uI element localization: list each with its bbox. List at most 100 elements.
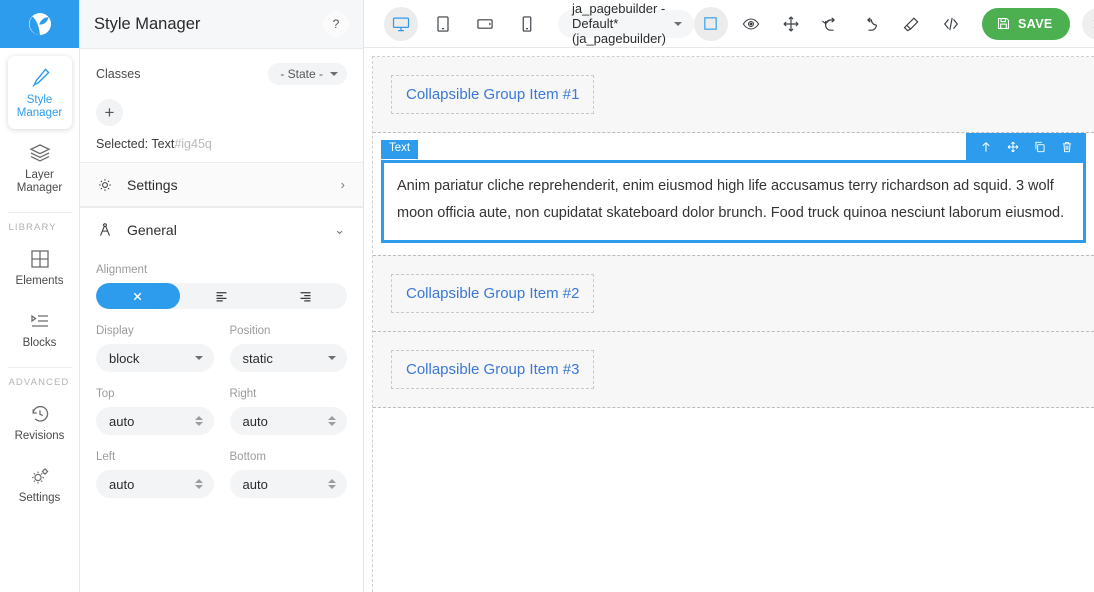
- display-label: Display: [96, 325, 134, 337]
- group-title-1[interactable]: Collapsible Group Item #1: [391, 75, 595, 114]
- trash-icon: [1062, 141, 1071, 152]
- sidebar-item-blocks[interactable]: Blocks: [8, 299, 72, 359]
- collapsible-group-1[interactable]: Collapsible Group Item #1: [373, 57, 1094, 133]
- alignment-option-left[interactable]: [180, 283, 264, 309]
- close-button[interactable]: [1081, 7, 1094, 40]
- view-code-button[interactable]: [934, 7, 968, 41]
- stepper-icon[interactable]: [194, 479, 203, 489]
- position-select[interactable]: static: [229, 344, 347, 372]
- sidebar-item-revisions[interactable]: Revisions: [8, 392, 72, 452]
- state-select-value: - State -: [280, 67, 323, 81]
- move-component-button[interactable]: [999, 133, 1026, 160]
- align-left-icon: [216, 291, 227, 301]
- sidebar-item-label: Revisions: [14, 430, 65, 442]
- sidebar-item-label: Layer Manager: [16, 169, 63, 194]
- canvas-frame: Collapsible Group Item #1 Text Anim pari…: [372, 56, 1094, 592]
- main-area: ja_pagebuilder - Default* (ja_pagebuilde…: [364, 0, 1094, 592]
- bottom-input[interactable]: auto: [229, 470, 347, 498]
- revisions-clock-icon: [32, 405, 48, 422]
- sidebar-item-layer-manager[interactable]: Layer Manager: [8, 131, 72, 204]
- position-label: Position: [229, 325, 271, 337]
- component-badge: Text: [381, 140, 419, 159]
- section-label: Settings: [127, 176, 178, 193]
- right-label: Right: [229, 388, 257, 400]
- left-input[interactable]: auto: [96, 470, 214, 498]
- stepper-icon[interactable]: [194, 416, 203, 426]
- group-title-2[interactable]: Collapsible Group Item #2: [391, 274, 595, 313]
- alignment-option-right[interactable]: [263, 283, 347, 309]
- panel-body: Classes - State - + Selected: Text#ig45q: [80, 49, 363, 592]
- fullscreen-button[interactable]: [774, 7, 808, 41]
- app-logo[interactable]: [0, 0, 79, 48]
- bottom-value: auto: [242, 476, 268, 492]
- classes-row: Classes - State -: [96, 63, 347, 85]
- section-label: General: [127, 222, 177, 238]
- chevron-right-icon: ›: [340, 177, 345, 192]
- rail-caption-library: LIBRARY: [8, 222, 57, 233]
- left-field: Left auto: [96, 451, 214, 498]
- selected-block-region: Text Anim pariatur cliche reprehenderit,…: [373, 133, 1094, 255]
- editor-canvas[interactable]: Collapsible Group Item #1 Text Anim pari…: [364, 48, 1094, 592]
- compass-icon: [100, 223, 110, 236]
- display-field: Display block: [96, 325, 214, 372]
- section-general[interactable]: General ⌄: [80, 207, 363, 252]
- top-right-row: Top auto Right auto: [96, 388, 347, 435]
- chevron-down-icon: ⌄: [334, 222, 345, 237]
- stepper-icon[interactable]: [328, 416, 336, 426]
- align-right-icon: [300, 291, 311, 301]
- collapsible-group-3[interactable]: Collapsible Group Item #3: [373, 332, 1094, 408]
- sidebar-item-settings[interactable]: Settings: [8, 454, 72, 514]
- section-settings[interactable]: Settings ›: [80, 162, 363, 207]
- rail-caption-advanced: ADVANCED: [8, 377, 70, 388]
- device-tablet-button[interactable]: [426, 7, 460, 41]
- device-mobile-button[interactable]: [510, 7, 544, 41]
- device-tablet-landscape-button[interactable]: [468, 7, 502, 41]
- state-select[interactable]: - State -: [268, 63, 347, 85]
- document-selector[interactable]: ja_pagebuilder - Default* (ja_pagebuilde…: [558, 1, 694, 46]
- save-button[interactable]: SAVE: [981, 7, 1070, 40]
- preview-button[interactable]: [734, 7, 768, 41]
- left-rail: Style Manager Layer Manager LIBRARY Elem…: [0, 0, 80, 592]
- delete-component-button[interactable]: [1053, 133, 1080, 160]
- collapsible-group-2[interactable]: Collapsible Group Item #2: [373, 255, 1094, 332]
- selected-component-wrapper: Text Anim pariatur cliche reprehenderit,…: [381, 133, 1086, 243]
- sidebar-item-elements[interactable]: Elements: [8, 237, 72, 297]
- classes-label: Classes: [96, 67, 141, 81]
- fullscreen-icon: [783, 16, 799, 31]
- position-field: Position static: [229, 325, 347, 372]
- tablet-landscape-icon: [477, 18, 493, 29]
- selected-text-block[interactable]: Anim pariatur cliche reprehenderit, enim…: [381, 160, 1086, 243]
- left-label: Left: [96, 451, 116, 463]
- device-desktop-button[interactable]: [384, 6, 418, 41]
- stepper-icon[interactable]: [328, 479, 336, 489]
- left-bottom-row: Left auto Bottom auto: [96, 451, 347, 498]
- floppy-disk-icon: [997, 17, 1009, 30]
- copy-component-button[interactable]: [1026, 133, 1053, 160]
- select-parent-button[interactable]: [972, 133, 999, 160]
- right-input[interactable]: auto: [229, 407, 347, 435]
- top-label: Top: [96, 388, 115, 400]
- right-field: Right auto: [229, 388, 347, 435]
- top-input[interactable]: auto: [96, 407, 214, 435]
- clear-canvas-button[interactable]: [894, 7, 928, 41]
- group-title-3[interactable]: Collapsible Group Item #3: [391, 350, 595, 389]
- sidebar-item-label: Elements: [15, 275, 64, 287]
- help-button[interactable]: ?: [323, 11, 349, 37]
- sidebar-item-style-manager[interactable]: Style Manager: [7, 56, 72, 129]
- undo-button[interactable]: [814, 7, 848, 41]
- toolbar-actions: SAVE: [693, 6, 1094, 41]
- blocks-list-icon: [30, 314, 48, 327]
- sidebar-item-label: Style Manager: [16, 94, 63, 119]
- toggle-borders-button[interactable]: [693, 6, 728, 41]
- alignment-option-none[interactable]: [96, 283, 180, 309]
- copy-icon: [1034, 141, 1045, 152]
- sidebar-item-label: Settings: [18, 492, 61, 504]
- chevron-down-icon: [330, 72, 338, 76]
- display-select[interactable]: block: [96, 344, 214, 372]
- redo-button[interactable]: [854, 7, 888, 41]
- selected-prefix: Selected:: [96, 137, 149, 151]
- add-class-button[interactable]: +: [96, 99, 123, 126]
- chevron-down-icon: [328, 356, 336, 360]
- undo-icon: [822, 16, 835, 31]
- left-value: auto: [109, 476, 135, 492]
